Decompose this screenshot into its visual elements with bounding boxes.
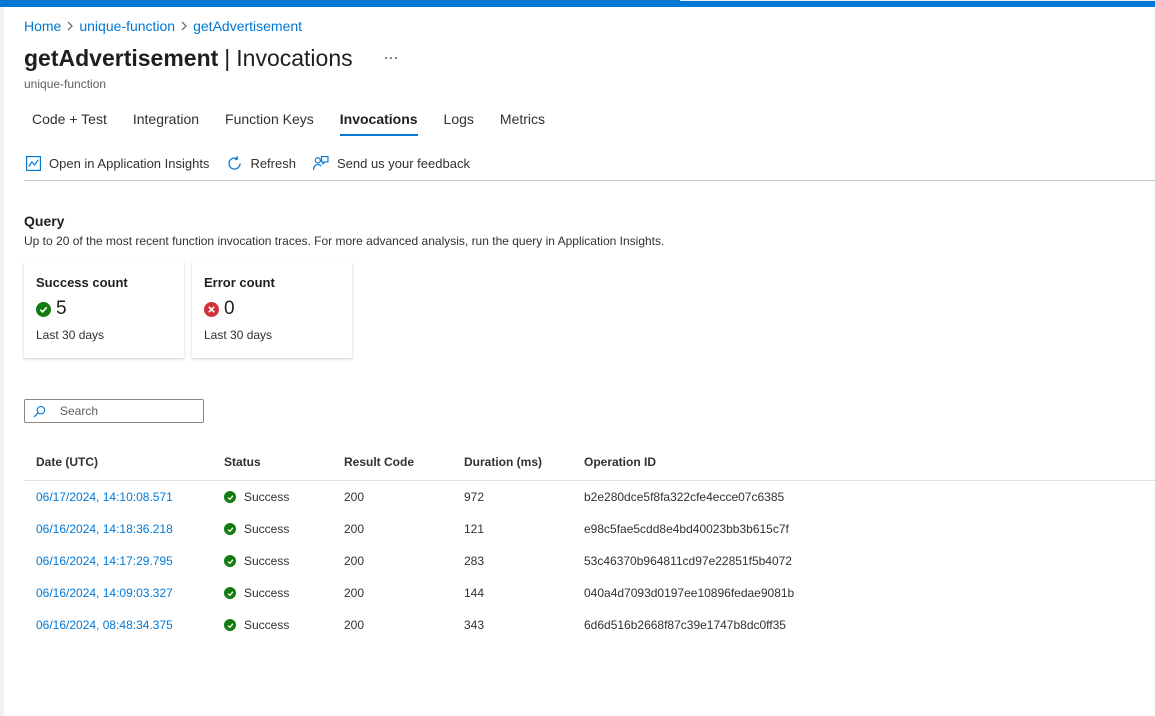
duration-cell: 144: [464, 586, 485, 600]
duration-cell: 121: [464, 522, 485, 536]
breadcrumb-home[interactable]: Home: [24, 18, 61, 34]
chevron-right-icon: [175, 21, 193, 31]
success-count-card: Success count 5 Last 30 days: [24, 262, 184, 358]
error-x-icon: [204, 301, 219, 317]
tab-function-keys[interactable]: Function Keys: [217, 104, 322, 136]
error-count-title: Error count: [204, 275, 275, 290]
refresh-label: Refresh: [250, 155, 296, 171]
top-bar-highlight: [680, 0, 1155, 1]
page-title: getAdvertisement | Invocations: [24, 45, 353, 72]
result-code-cell: 200: [344, 618, 365, 632]
success-count-value-row: 5: [36, 298, 172, 320]
refresh-button[interactable]: Refresh: [225, 154, 296, 172]
result-code-cell: 200: [344, 586, 365, 600]
status-text: Success: [244, 522, 290, 536]
page-subtitle: unique-function: [24, 77, 107, 91]
search-input[interactable]: [60, 404, 190, 418]
invocation-date-link[interactable]: 06/17/2024, 14:10:08.571: [36, 490, 173, 504]
page-title-section: Invocations: [236, 45, 353, 71]
invocations-table: Date (UTC) Status Result Code Duration (…: [24, 443, 1155, 641]
table-row: 06/16/2024, 08:48:34.375 Success 200 343…: [24, 609, 1155, 641]
tab-metrics[interactable]: Metrics: [492, 104, 553, 136]
operation-id-cell: 53c46370b964811cd97e22851f5b4072: [584, 554, 792, 568]
column-header-operation-id[interactable]: Operation ID: [584, 455, 884, 469]
error-count-value-row: 0: [204, 298, 340, 320]
status-cell: Success: [224, 490, 344, 504]
operation-id-cell: 040a4d7093d0197ee10896fedae9081b: [584, 586, 795, 600]
column-header-status[interactable]: Status: [224, 455, 344, 469]
send-feedback-label: Send us your feedback: [336, 155, 470, 171]
breadcrumb-function-app[interactable]: unique-function: [79, 18, 175, 34]
error-count-card: Error count 0 Last 30 days: [192, 262, 352, 358]
status-text: Success: [244, 618, 290, 632]
send-feedback-button[interactable]: Send us your feedback: [312, 154, 470, 172]
error-count-period: Last 30 days: [204, 328, 273, 342]
invocation-date-link[interactable]: 06/16/2024, 14:09:03.327: [36, 586, 173, 600]
operation-id-cell: b2e280dce5f8fa322cfe4ecce07c6385: [584, 490, 785, 504]
page-title-separator: |: [224, 45, 231, 71]
column-header-date[interactable]: Date (UTC): [24, 455, 224, 469]
success-check-icon: [224, 619, 236, 631]
table-row: 06/17/2024, 14:10:08.571 Success 200 972…: [24, 481, 1155, 513]
query-heading: Query: [24, 213, 65, 229]
feedback-icon: [312, 154, 330, 172]
tab-integration[interactable]: Integration: [125, 104, 207, 136]
status-text: Success: [244, 490, 290, 504]
left-edge-strip: [0, 7, 4, 716]
operation-id-cell: 6d6d516b2668f87c39e1747b8dc0ff35: [584, 618, 786, 632]
tab-logs[interactable]: Logs: [436, 104, 482, 136]
page-title-function: getAdvertisement: [24, 45, 219, 71]
success-check-icon: [224, 491, 236, 503]
operation-id-cell: e98c5fae5cdd8e4bd40023bb3b615c7f: [584, 522, 789, 536]
column-header-result-code[interactable]: Result Code: [344, 455, 464, 469]
table-header-row: Date (UTC) Status Result Code Duration (…: [24, 443, 1155, 481]
status-text: Success: [244, 586, 290, 600]
command-bar-divider: [24, 180, 1155, 181]
open-in-app-insights-button[interactable]: Open in Application Insights: [24, 154, 209, 172]
success-check-icon: [224, 523, 236, 535]
duration-cell: 343: [464, 618, 485, 632]
success-count-title: Success count: [36, 275, 128, 290]
success-check-icon: [224, 587, 236, 599]
success-check-icon: [224, 555, 236, 567]
ellipsis-icon[interactable]: [383, 50, 399, 66]
error-count-value: 0: [224, 298, 235, 319]
success-count-period: Last 30 days: [36, 328, 105, 342]
breadcrumb: Home unique-function getAdvertisement: [24, 18, 302, 34]
status-cell: Success: [224, 522, 344, 536]
result-code-cell: 200: [344, 490, 365, 504]
chevron-right-icon: [61, 21, 79, 31]
chart-icon: [24, 154, 42, 172]
result-code-cell: 200: [344, 522, 365, 536]
open-in-app-insights-label: Open in Application Insights: [49, 155, 210, 171]
tab-bar: Code + Test Integration Function Keys In…: [24, 104, 563, 136]
status-text: Success: [244, 554, 290, 568]
status-cell: Success: [224, 586, 344, 600]
table-row: 06/16/2024, 14:18:36.218 Success 200 121…: [24, 513, 1155, 545]
query-description: Up to 20 of the most recent function inv…: [24, 234, 665, 248]
invocation-date-link[interactable]: 06/16/2024, 14:17:29.795: [36, 554, 173, 568]
search-box[interactable]: [24, 399, 204, 423]
invocation-date-link[interactable]: 06/16/2024, 08:48:34.375: [36, 618, 173, 632]
success-check-icon: [36, 301, 51, 317]
breadcrumb-function[interactable]: getAdvertisement: [193, 18, 302, 34]
success-count-value: 5: [56, 298, 67, 319]
table-row: 06/16/2024, 14:17:29.795 Success 200 283…: [24, 545, 1155, 577]
duration-cell: 972: [464, 490, 485, 504]
duration-cell: 283: [464, 554, 485, 568]
status-cell: Success: [224, 618, 344, 632]
tab-code-test[interactable]: Code + Test: [24, 104, 115, 136]
result-code-cell: 200: [344, 554, 365, 568]
table-row: 06/16/2024, 14:09:03.327 Success 200 144…: [24, 577, 1155, 609]
status-cell: Success: [224, 554, 344, 568]
refresh-icon: [225, 154, 243, 172]
command-bar: Open in Application Insights Refresh Sen…: [24, 150, 486, 176]
column-header-duration[interactable]: Duration (ms): [464, 455, 584, 469]
invocation-date-link[interactable]: 06/16/2024, 14:18:36.218: [36, 522, 173, 536]
portal-top-bar: [0, 0, 1155, 7]
tab-invocations[interactable]: Invocations: [332, 104, 426, 136]
search-icon: [33, 405, 46, 417]
